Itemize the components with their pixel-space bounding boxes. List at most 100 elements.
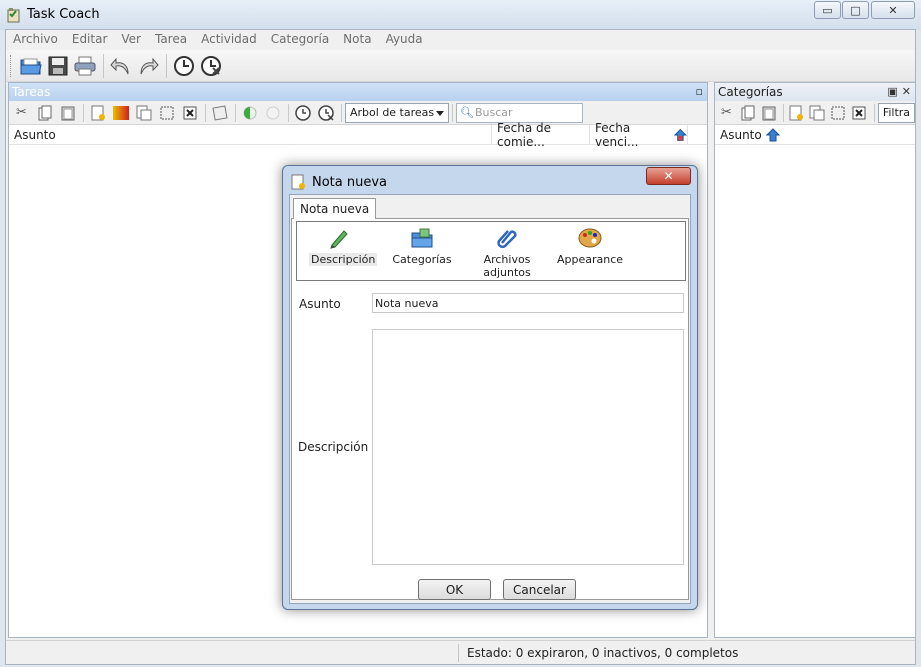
toolbar-separator: [103, 53, 104, 78]
panel-restore-icon[interactable]: ▣: [887, 85, 897, 98]
toolbar-separator: [166, 53, 167, 78]
open-folder-icon: [20, 58, 42, 74]
delete-category-button[interactable]: [850, 103, 869, 123]
dialog-titlebar: Nota nueva: [290, 172, 387, 192]
menu-ver[interactable]: Ver: [114, 30, 148, 50]
page-categorias-button[interactable]: Categorías: [391, 226, 453, 266]
task-stop-tracking-button[interactable]: [315, 103, 336, 123]
filter-select[interactable]: Filtra: [877, 102, 915, 123]
paste-button[interactable]: [57, 103, 78, 123]
close-icon[interactable]: ✕: [902, 85, 911, 98]
color-button[interactable]: [110, 103, 131, 123]
redo-button[interactable]: [135, 53, 161, 79]
menu-categoria[interactable]: Categoría: [264, 30, 336, 50]
tab-page: Descripción Categorías Archivos adjuntos…: [291, 218, 689, 600]
subject-input[interactable]: [372, 293, 684, 313]
paste-button[interactable]: [759, 103, 778, 123]
status-bar: Estado: 0 expiraron, 0 inactivos, 0 comp…: [6, 640, 915, 664]
add-note-button[interactable]: [209, 103, 230, 123]
minimize-icon: ▭: [822, 3, 833, 17]
page-archivos-adjuntos-button[interactable]: Archivos adjuntos: [477, 226, 537, 279]
search-input[interactable]: 🔍︎ Buscar: [456, 102, 583, 123]
edit-button[interactable]: [156, 103, 177, 123]
edit-category-button[interactable]: [829, 103, 848, 123]
maximize-button[interactable]: □: [842, 1, 869, 19]
edit-frame-icon: [831, 106, 845, 119]
column-chooser-icon[interactable]: [674, 128, 687, 142]
copy-icon: [741, 105, 754, 120]
tasks-panel-header: Tareas ▫: [9, 83, 707, 101]
menu-archivo[interactable]: Archivo: [6, 30, 65, 50]
copy-button[interactable]: [34, 103, 55, 123]
menu-bar: Archivo Editar Ver Tarea Actividad Categ…: [6, 30, 915, 50]
new-category-icon: [789, 105, 804, 120]
categories-panel: Categorías ▣ ✕ ✂ Filtra Asunto: [714, 82, 916, 638]
new-task-button[interactable]: [87, 103, 108, 123]
paperclip-icon: [497, 230, 517, 249]
minimize-button[interactable]: ▭: [814, 1, 841, 19]
view-type-select[interactable]: Arbol de tareas: [345, 102, 449, 123]
filter-label: Filtra: [882, 106, 911, 119]
cancel-button[interactable]: Cancelar: [503, 579, 576, 600]
page-descripcion-button[interactable]: Descripción: [309, 226, 378, 266]
clock-stop-icon: [201, 55, 221, 76]
paste-icon: [762, 106, 775, 120]
new-subcategory-icon: [809, 105, 825, 120]
description-label: Descripción: [298, 440, 369, 454]
maximize-icon: □: [850, 3, 861, 17]
paste-icon: [61, 106, 74, 120]
dialog-close-button[interactable]: ✕: [646, 167, 691, 185]
close-icon: ✕: [663, 169, 674, 183]
new-category-button[interactable]: [787, 103, 806, 123]
column-asunto[interactable]: Asunto: [9, 125, 492, 145]
ok-button[interactable]: OK: [418, 579, 491, 600]
task-start-tracking-button[interactable]: [292, 103, 313, 123]
tab-nota-nueva[interactable]: Nota nueva: [293, 198, 377, 219]
view-type-value: Arbol de tareas: [350, 106, 435, 119]
menu-ayuda[interactable]: Ayuda: [379, 30, 430, 50]
close-window-button[interactable]: ✕: [871, 1, 915, 19]
cut-button[interactable]: ✂: [717, 103, 736, 123]
mark-active-button[interactable]: [239, 103, 260, 123]
note-icon: [291, 174, 305, 190]
edit-frame-icon: [160, 106, 173, 119]
dialog-title: Nota nueva: [312, 174, 388, 190]
column-asunto[interactable]: Asunto: [715, 125, 915, 145]
color-gradient-icon: [112, 105, 129, 120]
pencil-icon: [330, 230, 348, 249]
categories-panel-title: Categorías: [718, 85, 783, 99]
undo-icon: [110, 57, 129, 74]
menu-nota[interactable]: Nota: [336, 30, 378, 50]
column-fecha-comienzo[interactable]: Fecha de comie...: [492, 121, 590, 149]
toolbar-grip[interactable]: [10, 54, 13, 77]
clock-icon: [294, 104, 311, 121]
new-subtask-button[interactable]: [133, 103, 154, 123]
delete-button[interactable]: [179, 103, 200, 123]
menu-tarea[interactable]: Tarea: [148, 30, 194, 50]
menu-editar[interactable]: Editar: [65, 30, 115, 50]
start-tracking-button[interactable]: [171, 53, 197, 79]
panel-restore-icon[interactable]: ▫: [696, 85, 703, 98]
undo-button[interactable]: [108, 53, 134, 79]
open-button[interactable]: [18, 53, 44, 79]
menu-actividad[interactable]: Actividad: [194, 30, 264, 50]
page-appearance-button[interactable]: Appearance: [555, 226, 625, 266]
new-note-dialog: Nota nueva ✕ Nota nueva Descripción Cate…: [282, 165, 698, 610]
stop-tracking-button[interactable]: [198, 53, 224, 79]
subject-label: Asunto: [299, 297, 341, 311]
mark-inactive-button[interactable]: [262, 103, 283, 123]
save-button[interactable]: [45, 53, 71, 79]
status-text: Estado: 0 expiraron, 0 inactivos, 0 comp…: [467, 646, 739, 660]
column-fecha-vencimiento[interactable]: Fecha venci...: [590, 121, 688, 149]
cut-button[interactable]: ✂: [11, 103, 32, 123]
page-selector: Descripción Categorías Archivos adjuntos…: [296, 221, 686, 281]
tasks-panel-title: Tareas: [12, 85, 51, 99]
green-half-circle-icon: [243, 106, 256, 119]
copy-button[interactable]: [738, 103, 757, 123]
scissors-icon: ✂: [721, 105, 732, 120]
description-textarea[interactable]: [372, 329, 684, 565]
save-icon: [48, 56, 68, 75]
dialog-body: Nota nueva Descripción Categorías Archiv…: [289, 194, 691, 604]
new-subcategory-button[interactable]: [808, 103, 827, 123]
print-button[interactable]: [72, 53, 98, 79]
